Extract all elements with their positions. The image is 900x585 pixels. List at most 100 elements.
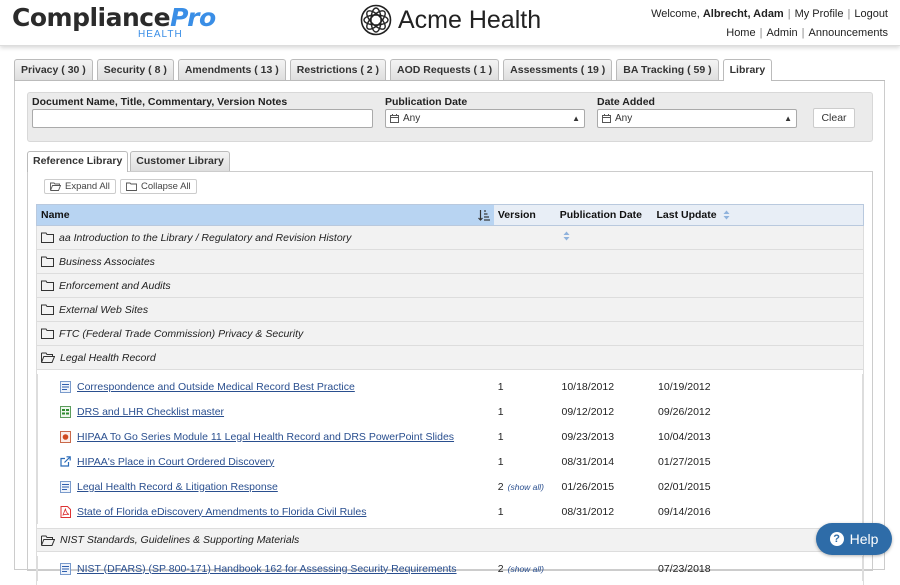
document-link[interactable]: NIST (DFARS) (SP 800-171) Handbook 162 f… [77, 563, 457, 575]
folder-row[interactable]: Business Associates [36, 250, 864, 274]
tab-ba-tracking[interactable]: BA Tracking ( 59 ) [616, 59, 719, 80]
logo-text-compliance: Compliance [12, 3, 171, 32]
external-document-link[interactable]: HIPAA's Place in Court Ordered Discovery [77, 456, 274, 468]
pub-date-select[interactable]: Any ▲ [385, 109, 585, 128]
word-doc-icon [60, 380, 71, 393]
table-row: NIST (DFARS) (SP 800-171) Handbook 162 f… [37, 556, 863, 581]
acme-flower-logo-icon [360, 4, 392, 36]
tab-assessments[interactable]: Assessments ( 19 ) [503, 59, 613, 80]
version-value: 1 [497, 405, 504, 418]
column-name[interactable]: Name [37, 205, 494, 225]
help-label: Help [849, 531, 879, 547]
document-link[interactable]: Legal Health Record & Litigation Respons… [77, 481, 278, 493]
tab-amendments[interactable]: Amendments ( 13 ) [177, 59, 286, 80]
folder-label: External Web Sites [59, 303, 149, 316]
sort-ascending-icon[interactable] [477, 209, 490, 221]
expand-all-label: Expand All [65, 181, 110, 192]
admin-link[interactable]: Admin [766, 27, 797, 39]
last-update-value: 09/14/2016 [658, 505, 711, 518]
last-update-value: 01/27/2015 [658, 455, 711, 468]
table-row: Correspondence and Outside Medical Recor… [37, 374, 863, 399]
folder-open-icon [41, 352, 55, 363]
folder-items-legal-health-record: Correspondence and Outside Medical Recor… [36, 370, 864, 528]
main-tabs: Privacy ( 30 ) Security ( 8 ) Amendments… [14, 59, 776, 81]
home-link[interactable]: Home [726, 27, 755, 39]
publication-date-value: 09/23/2013 [561, 430, 615, 443]
publication-date-value: 08/31/2012 [561, 505, 615, 518]
doc-search-label: Document Name, Title, Commentary, Versio… [32, 96, 288, 108]
help-button[interactable]: ? Help [816, 523, 892, 555]
logout-link[interactable]: Logout [854, 8, 888, 20]
last-update-value: 10/19/2012 [658, 380, 711, 393]
last-update-value: 09/26/2012 [658, 405, 711, 418]
table-header: Name Version Publication Date Last Updat… [36, 204, 864, 241]
clear-button[interactable]: Clear [813, 108, 855, 128]
last-update-value: 02/01/2015 [658, 480, 711, 493]
document-link[interactable]: Correspondence and Outside Medical Recor… [77, 381, 355, 393]
folder-items-nist: NIST (DFARS) (SP 800-171) Handbook 162 f… [36, 552, 864, 585]
brand-name: Acme Health [398, 5, 542, 34]
excel-doc-icon [60, 405, 71, 418]
external-link-icon [60, 456, 71, 467]
tab-reference-library[interactable]: Reference Library [27, 151, 129, 172]
document-link[interactable]: HIPAA To Go Series Module 11 Legal Healt… [77, 431, 454, 443]
folder-label: NIST Standards, Guidelines & Supporting … [60, 534, 300, 546]
show-all-link[interactable]: (show all) [508, 482, 544, 492]
announcements-link[interactable]: Announcements [809, 27, 889, 39]
last-update-value: 10/04/2013 [658, 430, 711, 443]
logo-text-pro: Pro [170, 3, 216, 32]
column-name-label: Name [41, 209, 70, 221]
pub-date-label: Publication Date [385, 96, 468, 108]
powerpoint-doc-icon [60, 430, 71, 443]
folder-row[interactable]: FTC (Federal Trade Commission) Privacy &… [36, 322, 864, 346]
folder-row[interactable]: aa Introduction to the Library / Regulat… [36, 226, 864, 250]
date-added-select[interactable]: Any ▲ [597, 109, 797, 128]
folder-icon [41, 280, 54, 291]
tab-privacy[interactable]: Privacy ( 30 ) [14, 59, 93, 80]
sort-updown-icon[interactable] [563, 231, 570, 241]
show-all-link[interactable]: (show all) [508, 564, 544, 574]
app-header: CompliancePro HEALTH Acme Health Welcome… [0, 0, 900, 46]
table-row: HIPAA To Go Series Module 11 Legal Healt… [37, 424, 863, 449]
tab-security[interactable]: Security ( 8 ) [96, 59, 174, 80]
folder-row-open[interactable]: NIST Standards, Guidelines & Supporting … [36, 528, 864, 552]
library-tabs: Reference Library Customer Library [27, 151, 232, 172]
expand-all-button[interactable]: Expand All [44, 179, 116, 194]
folder-label: FTC (Federal Trade Commission) Privacy &… [59, 327, 304, 340]
date-added-label: Date Added [597, 96, 655, 108]
folder-open-icon [41, 535, 55, 546]
table-row: DRS and LHR Checklist master 1 09/12/201… [37, 399, 863, 424]
column-last-update[interactable]: Last Update [653, 205, 863, 225]
folder-row-open[interactable]: Legal Health Record [36, 346, 864, 370]
doc-search-input[interactable] [32, 109, 373, 128]
column-version[interactable]: Version [494, 205, 556, 225]
folder-open-icon [50, 182, 61, 191]
collapse-all-button[interactable]: Collapse All [120, 179, 197, 194]
pdf-doc-icon [60, 505, 71, 518]
version-value: 1 [497, 430, 504, 443]
folder-label: Legal Health Record [60, 351, 156, 364]
column-pub-label: Publication Date [559, 209, 642, 221]
tab-restrictions[interactable]: Restrictions ( 2 ) [289, 59, 387, 80]
compliancepro-logo[interactable]: CompliancePro HEALTH [12, 3, 216, 41]
welcome-text: Welcome, [651, 8, 703, 20]
calendar-icon [390, 114, 399, 123]
document-link[interactable]: State of Florida eDiscovery Amendments t… [77, 506, 366, 518]
tab-customer-library[interactable]: Customer Library [130, 151, 230, 171]
user-name: Albrecht, Adam [702, 8, 784, 20]
column-publication-date[interactable]: Publication Date [556, 205, 653, 241]
tab-aod-requests[interactable]: AOD Requests ( 1 ) [390, 59, 500, 80]
date-added-value: Any [615, 113, 633, 124]
document-link[interactable]: DRS and LHR Checklist master [77, 406, 224, 418]
logo-subtext: HEALTH [138, 29, 183, 40]
folder-row[interactable]: Enforcement and Audits [36, 274, 864, 298]
my-profile-link[interactable]: My Profile [795, 8, 844, 20]
table-row: HIPAA's Place in Court Ordered Discovery… [37, 449, 863, 474]
tab-library[interactable]: Library [722, 59, 773, 81]
folder-icon [41, 328, 54, 339]
table-row: State of Florida eDiscovery Amendments t… [37, 499, 863, 524]
publication-date-value: 10/18/2012 [561, 380, 615, 393]
select-arrows-icon: ▲ [572, 114, 580, 123]
folder-row[interactable]: External Web Sites [36, 298, 864, 322]
sort-updown-icon[interactable] [723, 210, 730, 220]
